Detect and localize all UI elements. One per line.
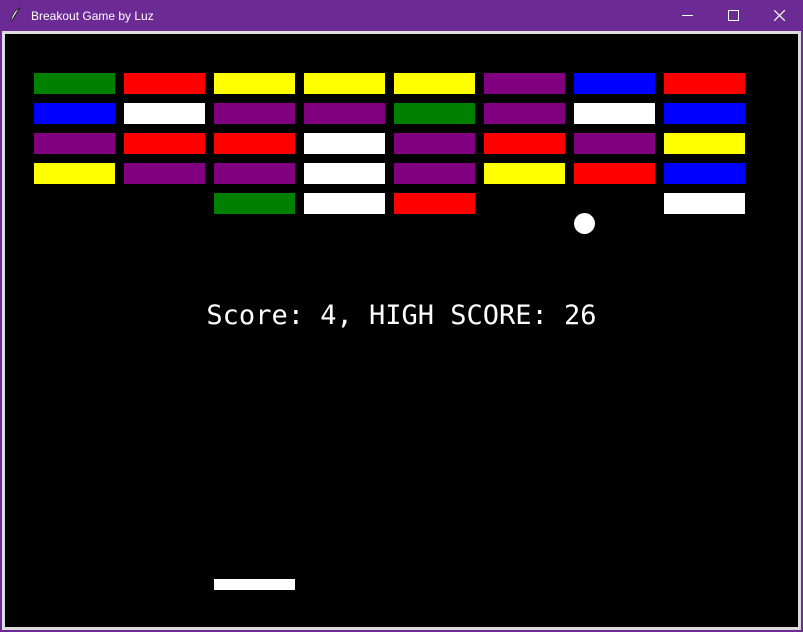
brick-white [304,193,385,214]
brick-yellow [484,163,565,184]
window-title: Breakout Game by Luz [31,9,154,23]
brick-purple [484,103,565,124]
ball [574,213,595,234]
brick-purple [124,163,205,184]
brick-red [214,133,295,154]
brick-yellow [214,73,295,94]
brick-green [214,193,295,214]
brick-red [124,73,205,94]
brick-green [34,73,115,94]
brick-red [574,163,655,184]
brick-purple [484,73,565,94]
canvas-border: Score: 4, HIGH SCORE: 26 [2,31,801,630]
brick-white [664,193,745,214]
brick-purple [214,163,295,184]
brick-purple [214,103,295,124]
brick-yellow [394,73,475,94]
paddle[interactable] [214,579,295,590]
brick-yellow [34,163,115,184]
minimize-icon [681,15,693,16]
brick-yellow [304,73,385,94]
close-button[interactable] [756,0,802,31]
brick-purple [34,133,115,154]
brick-blue [664,103,745,124]
brick-red [124,133,205,154]
brick-purple [304,103,385,124]
brick-red [484,133,565,154]
feather-icon [9,7,23,23]
game-canvas[interactable]: Score: 4, HIGH SCORE: 26 [5,34,798,627]
brick-red [664,73,745,94]
brick-blue [664,163,745,184]
close-icon [773,10,785,21]
brick-white [304,133,385,154]
brick-white [124,103,205,124]
brick-blue [34,103,115,124]
brick-red [394,193,475,214]
brick-purple [394,133,475,154]
brick-white [574,103,655,124]
score-display: Score: 4, HIGH SCORE: 26 [206,300,597,331]
title-bar[interactable]: Breakout Game by Luz [0,0,803,31]
brick-blue [574,73,655,94]
brick-yellow [664,133,745,154]
maximize-button[interactable] [710,0,756,31]
game-window: Breakout Game by Luz Score: 4, HIGH SCOR… [0,0,803,632]
maximize-icon [727,10,739,21]
brick-purple [394,163,475,184]
minimize-button[interactable] [664,0,710,31]
brick-purple [574,133,655,154]
brick-white [304,163,385,184]
brick-green [394,103,475,124]
